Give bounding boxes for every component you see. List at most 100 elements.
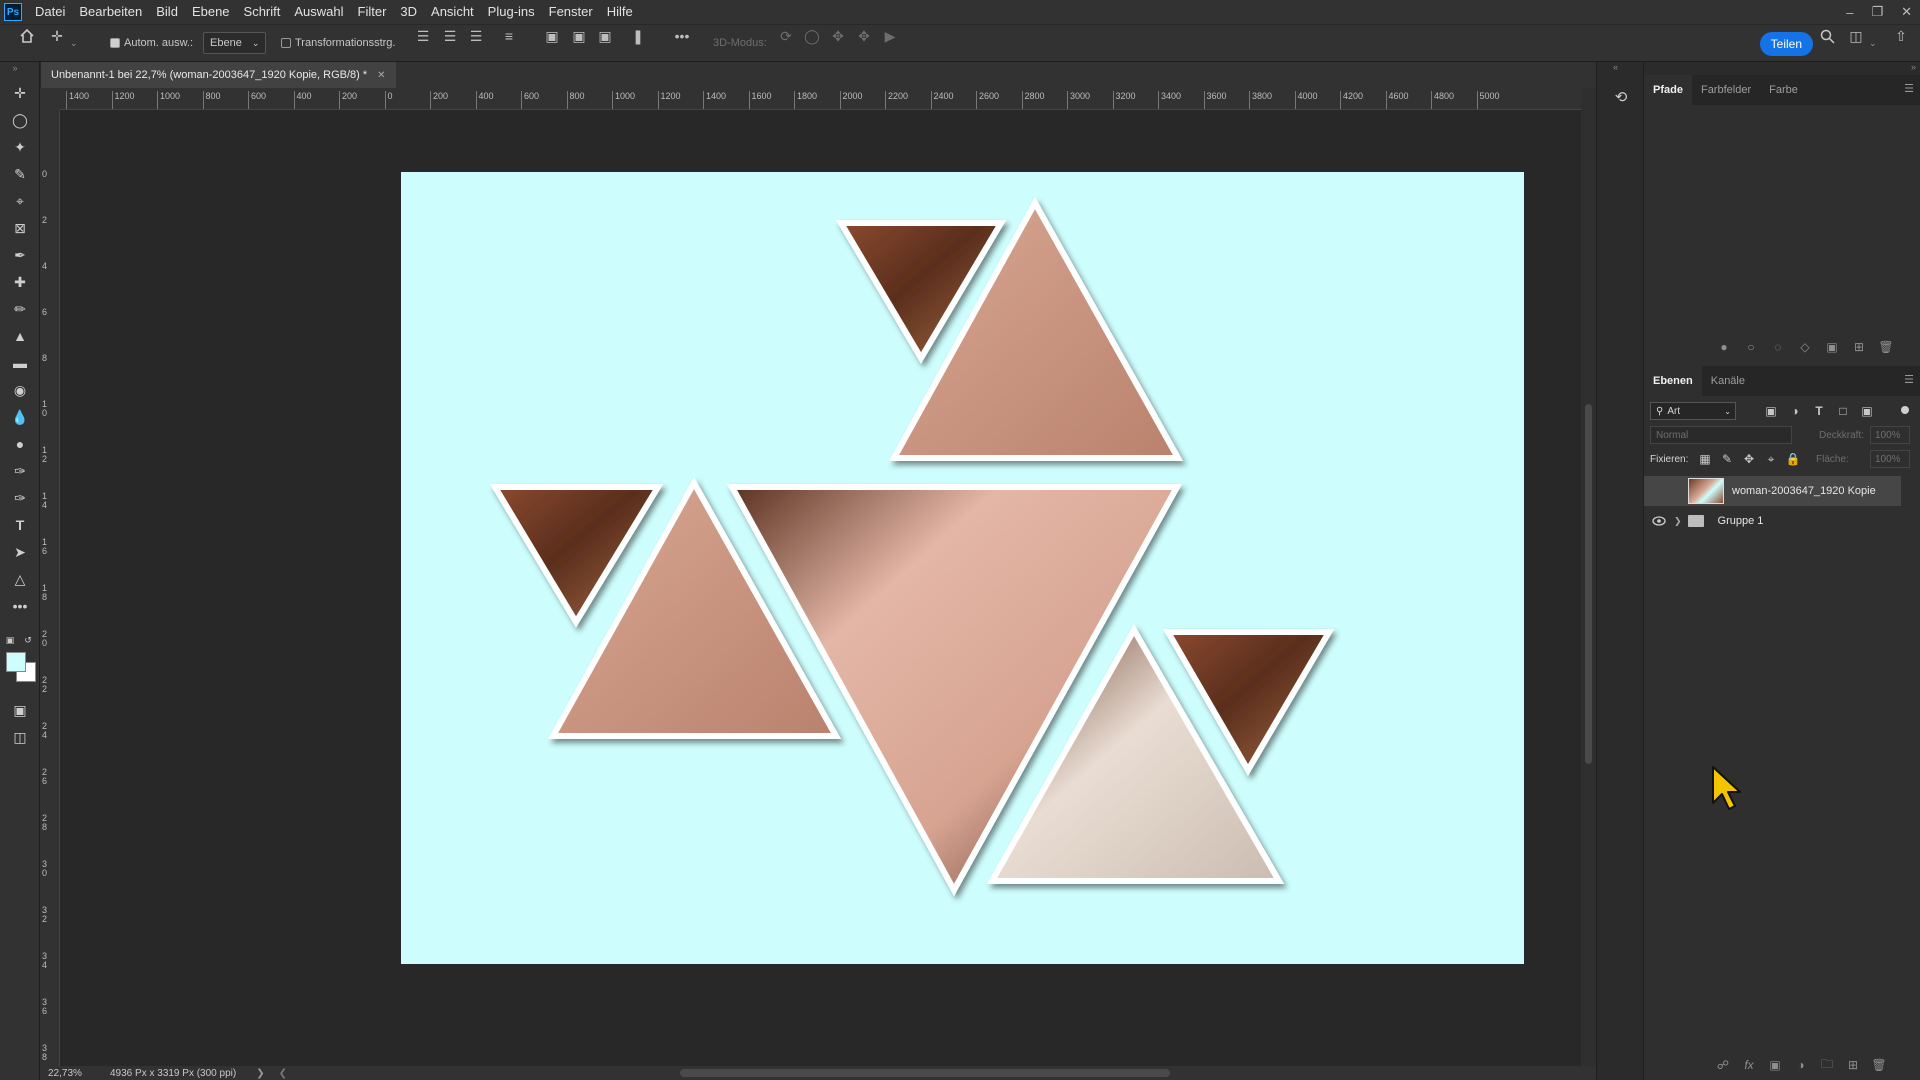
menu-item[interactable]: 3D	[393, 0, 424, 24]
visibility-eye-icon[interactable]	[1652, 484, 1666, 498]
pan-3d-icon[interactable]: ✥	[827, 25, 849, 47]
delete-path-icon[interactable]: 🗑	[1877, 338, 1895, 356]
move-tool-preset-icon[interactable]: ✛	[46, 25, 68, 47]
menu-item[interactable]: Schrift	[237, 0, 288, 24]
vertical-ruler[interactable]: 0 2 4 6 8 1 0 1 2 1 4 1 6 1 8 2 0 2 2 2 4 2 6 2 8 3 0 3 …	[40, 110, 60, 1066]
quick-select-tool-icon[interactable]: ✎	[9, 163, 31, 185]
menu-item[interactable]: Bild	[149, 0, 185, 24]
menu-item[interactable]: Plug-ins	[481, 0, 542, 24]
menu-item[interactable]: Ebene	[185, 0, 237, 24]
auto-select-target-dropdown[interactable]: Ebene ⌄	[203, 25, 267, 61]
clone-stamp-tool-icon[interactable]: ▲	[9, 325, 31, 347]
distribute-icon[interactable]: ≡	[498, 25, 520, 47]
vertical-scroll-thumb[interactable]	[1585, 404, 1592, 764]
roll-3d-icon[interactable]: ◯	[801, 25, 823, 47]
layer-name[interactable]: Gruppe 1	[1718, 515, 1764, 527]
horizontal-scroll-thumb[interactable]	[680, 1069, 1170, 1077]
healing-brush-tool-icon[interactable]: ✚	[9, 271, 31, 293]
load-selection-icon[interactable]: ◌	[1769, 338, 1787, 356]
path-selection-tool-icon[interactable]: ➤	[9, 541, 31, 563]
curvature-pen-tool-icon[interactable]: ✑	[9, 487, 31, 509]
camera-3d-icon[interactable]: ▶	[879, 25, 901, 47]
layer-name[interactable]: woman-2003647_1920 Kopie	[1732, 485, 1876, 497]
orbit-3d-icon[interactable]: ⟳	[775, 25, 797, 47]
lock-image-icon[interactable]: ✎	[1718, 450, 1736, 468]
make-work-path-icon[interactable]: ◇	[1796, 338, 1814, 356]
align-center-h-icon[interactable]: ☰	[439, 25, 461, 47]
layers-panel-menu-icon[interactable]: ☰	[1904, 373, 1914, 386]
search-icon[interactable]	[1816, 25, 1838, 47]
delete-layer-icon[interactable]: 🗑	[1870, 1056, 1888, 1074]
tab-kan-le[interactable]: Kanäle	[1702, 366, 1754, 396]
filter-type-icon[interactable]: T	[1810, 402, 1828, 420]
edit-toolbar-icon[interactable]: •••	[9, 595, 31, 617]
photoshop-logo[interactable]: Ps	[4, 3, 22, 21]
menu-item[interactable]: Auswahl	[287, 0, 350, 24]
transform-controls-checkbox[interactable]: Transformationsstrg.	[281, 25, 395, 61]
eyedropper-tool-icon[interactable]: ✒	[9, 244, 31, 266]
align-top-icon[interactable]: ▣	[541, 25, 563, 47]
new-path-icon[interactable]: ⊞	[1850, 338, 1868, 356]
tab-pfade[interactable]: Pfade	[1644, 75, 1692, 105]
add-mask-icon[interactable]: ▣	[1823, 338, 1841, 356]
tab-farbe[interactable]: Farbe	[1760, 75, 1807, 105]
layer-row[interactable]: ❯ Gruppe 1	[1644, 506, 1901, 536]
vertical-scrollbar[interactable]	[1581, 88, 1596, 1066]
minimize-icon[interactable]: –	[1846, 5, 1853, 20]
workspace-icon[interactable]: ◫	[1845, 25, 1867, 47]
menu-item[interactable]: Bearbeiten	[72, 0, 149, 24]
foreground-color-swatch[interactable]	[6, 652, 26, 672]
eraser-tool-icon[interactable]: ▬	[9, 352, 31, 374]
lasso-tool-icon[interactable]: ✦	[9, 136, 31, 158]
fill-path-icon[interactable]: ●	[1715, 338, 1733, 356]
preset-chevron-icon[interactable]: ⌄	[70, 25, 78, 61]
layer-filter-dropdown[interactable]: ⚲ Art ⌄	[1650, 402, 1736, 420]
move-tool-icon[interactable]: ✛	[9, 82, 31, 104]
layer-row[interactable]: woman-2003647_1920 Kopie	[1644, 476, 1901, 506]
brush-tool-icon[interactable]: ✏	[9, 298, 31, 320]
canvas-workspace[interactable]	[60, 110, 1581, 1066]
home-icon[interactable]	[16, 25, 38, 47]
filter-smart-object-icon[interactable]: ▣	[1858, 402, 1876, 420]
distribute-vertical-icon[interactable]: ❚	[627, 25, 649, 47]
horizontal-ruler[interactable]: 1400 1200 1000 800 600 400 200 0 200 400 600 800 100…	[60, 88, 1581, 110]
filter-adjustment-icon[interactable]: ◑	[1786, 402, 1804, 420]
expand-group-icon[interactable]: ❯	[1674, 516, 1682, 527]
new-group-icon[interactable]: 🗀	[1818, 1056, 1836, 1074]
add-layer-mask-icon[interactable]: ▣	[1766, 1056, 1784, 1074]
filter-toggle-icon[interactable]	[1901, 406, 1909, 414]
ruler-corner[interactable]	[40, 88, 60, 110]
menu-item[interactable]: Filter	[351, 0, 394, 24]
new-adjustment-layer-icon[interactable]: ◑	[1792, 1056, 1810, 1074]
collapse-toolbar-icon[interactable]: »	[4, 62, 26, 74]
new-layer-icon[interactable]: ⊞	[1844, 1056, 1862, 1074]
layer-thumbnail[interactable]	[1688, 478, 1724, 504]
crop-tool-icon[interactable]: ⌖	[9, 190, 31, 212]
close-tab-icon[interactable]: ✕	[377, 70, 385, 81]
status-menu-chevron-icon[interactable]: ❯	[256, 1068, 264, 1079]
lock-transparent-icon[interactable]: ▦	[1696, 450, 1714, 468]
type-tool-icon[interactable]: T	[9, 514, 31, 536]
tab-farbfelder[interactable]: Farbfelder	[1692, 75, 1760, 105]
filter-shape-icon[interactable]: □	[1834, 402, 1852, 420]
paths-panel-menu-icon[interactable]: ☰	[1904, 82, 1914, 95]
align-middle-v-icon[interactable]: ▣	[568, 25, 590, 47]
collapse-panels-icon[interactable]: «	[1613, 62, 1618, 72]
frame-tool-icon[interactable]: ⊠	[9, 217, 31, 239]
document-tab[interactable]: Unbenannt-1 bei 22,7% (woman-2003647_192…	[41, 62, 396, 88]
more-options-icon[interactable]: •••	[671, 25, 693, 47]
layer-style-icon[interactable]: fx	[1740, 1056, 1758, 1074]
menu-item[interactable]: Ansicht	[424, 0, 481, 24]
menu-item[interactable]: Hilfe	[600, 0, 640, 24]
export-icon[interactable]: ⇧	[1890, 25, 1912, 47]
stroke-path-icon[interactable]: ○	[1742, 338, 1760, 356]
expand-panels-icon[interactable]: »	[1911, 62, 1916, 72]
swap-colors-icon[interactable]: ↺	[22, 634, 34, 646]
workspace-chevron-icon[interactable]: ⌄	[1869, 25, 1877, 61]
align-bottom-icon[interactable]: ▣	[594, 25, 616, 47]
lock-all-icon[interactable]: 🔒	[1784, 450, 1802, 468]
align-right-icon[interactable]: ☰	[465, 25, 487, 47]
close-icon[interactable]: ✕	[1901, 4, 1912, 20]
filter-pixel-icon[interactable]: ▣	[1762, 402, 1780, 420]
opacity-input[interactable]: 100%	[1870, 426, 1910, 444]
